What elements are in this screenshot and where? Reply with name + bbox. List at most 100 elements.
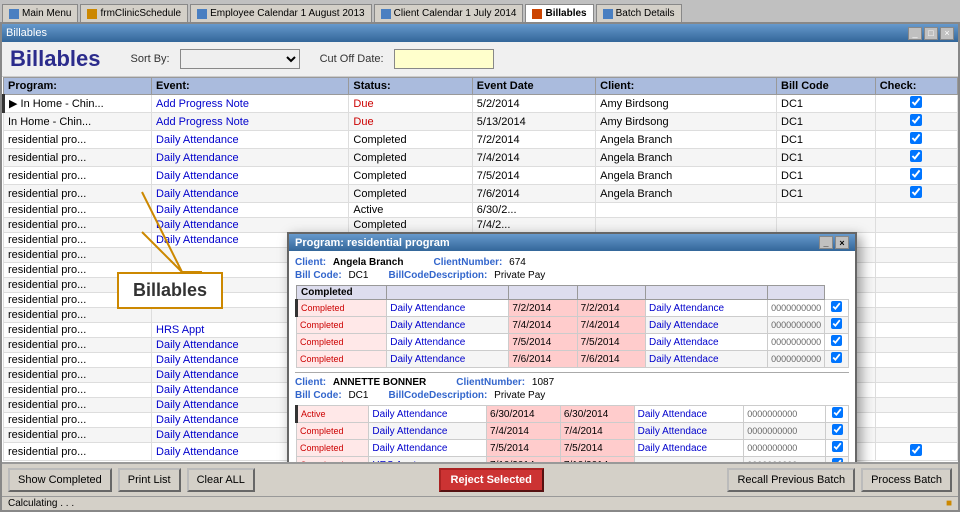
table-row[interactable]: residential pro... Daily Attendance Comp…	[4, 131, 958, 149]
cell-check[interactable]	[875, 413, 957, 428]
popup-row: Completed Daily Attendance 7/5/2014 7/5/…	[297, 334, 849, 351]
cell-client: Angela Branch	[596, 185, 777, 203]
cell-client	[596, 203, 777, 218]
popup-clientnum2-value: 1087	[532, 377, 554, 388]
cell-check[interactable]	[875, 278, 957, 293]
cell-check[interactable]	[875, 368, 957, 383]
tab-billables[interactable]: Billables	[525, 4, 593, 22]
sort-select[interactable]	[180, 49, 300, 69]
cell-check[interactable]	[875, 113, 957, 131]
tab-batch-details[interactable]: Batch Details	[596, 4, 682, 22]
cell-check[interactable]	[875, 218, 957, 233]
popup-billcode-val: DC1	[348, 270, 368, 281]
col-program: Program:	[4, 78, 152, 95]
cell-program: residential pro...	[4, 131, 152, 149]
recall-previous-button[interactable]: Recall Previous Batch	[727, 468, 855, 492]
col-status: Status:	[349, 78, 472, 95]
cell-check[interactable]	[875, 398, 957, 413]
popup-close[interactable]: ×	[835, 236, 849, 249]
cell-check[interactable]	[875, 293, 957, 308]
bottom-bar: Show Completed Print List Clear ALL Reje…	[2, 462, 958, 496]
cell-check[interactable]	[875, 95, 957, 113]
app-header: Billables Sort By: Cut Off Date:	[2, 42, 958, 77]
table-row[interactable]: In Home - Chin... Add Progress Note Due …	[4, 113, 958, 131]
status-indicator: ■	[946, 498, 952, 509]
cell-check[interactable]	[875, 323, 957, 338]
cell-billcode	[777, 218, 876, 233]
cell-billcode: DC1	[777, 167, 876, 185]
window-titlebar: Billables _ □ ×	[2, 24, 958, 42]
minimize-button[interactable]: _	[908, 27, 922, 40]
cell-check[interactable]	[875, 338, 957, 353]
cell-check[interactable]	[875, 149, 957, 167]
show-completed-button[interactable]: Show Completed	[8, 468, 112, 492]
cell-program: In Home - Chin...	[4, 113, 152, 131]
popup-row: Completed Daily Attendance 7/5/2014 7/5/…	[297, 440, 849, 457]
cell-event[interactable]: Add Progress Note	[152, 113, 349, 131]
popup-minimize[interactable]: _	[819, 236, 833, 249]
cell-check[interactable]	[875, 131, 957, 149]
popup-clientnum-value: 674	[509, 257, 526, 268]
cell-check[interactable]	[875, 443, 957, 461]
cell-check[interactable]	[875, 428, 957, 443]
cell-date: 7/2/2014	[472, 131, 595, 149]
page-title: Billables	[10, 46, 100, 72]
cell-date: 7/4/2014	[472, 149, 595, 167]
cell-check[interactable]	[875, 383, 957, 398]
process-batch-button[interactable]: Process Batch	[861, 468, 952, 492]
cell-status: Due	[349, 95, 472, 113]
cell-check[interactable]	[875, 308, 957, 323]
cell-billcode: DC1	[777, 113, 876, 131]
tab-frmclinicschedule[interactable]: frmClinicSchedule	[80, 4, 188, 22]
close-button[interactable]: ×	[940, 27, 954, 40]
cell-client: Angela Branch	[596, 149, 777, 167]
cell-event[interactable]: Add Progress Note	[152, 95, 349, 113]
cell-check[interactable]	[875, 185, 957, 203]
cutoff-date-input[interactable]	[394, 49, 494, 69]
popup-detail: Program: residential program _ × Client:…	[287, 232, 857, 462]
print-list-button[interactable]: Print List	[118, 468, 181, 492]
popup-header: Program: residential program _ ×	[289, 234, 855, 251]
cell-client: Angela Branch	[596, 131, 777, 149]
maximize-button[interactable]: □	[924, 27, 938, 40]
status-bar: Calculating . . . ■	[2, 496, 958, 510]
clear-all-button[interactable]: Clear ALL	[187, 468, 255, 492]
cell-status: Completed	[349, 131, 472, 149]
tab-employee-calendar[interactable]: Employee Calendar 1 August 2013	[190, 4, 372, 22]
popup-client2-label: Client:	[295, 377, 326, 388]
cell-check[interactable]	[875, 248, 957, 263]
table-row[interactable]: ▶ In Home - Chin... Add Progress Note Du…	[4, 95, 958, 113]
cell-check[interactable]	[875, 353, 957, 368]
cell-client: Angela Branch	[596, 167, 777, 185]
popup-table-1: Completed Completed Daily Attendance 7/2…	[295, 285, 849, 368]
reject-selected-button[interactable]: Reject Selected	[439, 468, 544, 492]
popup-clientnum-label: ClientNumber:	[433, 257, 502, 268]
cell-check[interactable]	[875, 233, 957, 248]
col-billcode: Bill Code	[777, 78, 876, 95]
table-container: Program: Event: Status: Event Date Clien…	[2, 77, 958, 462]
cell-billcode: DC1	[777, 95, 876, 113]
cell-status: Due	[349, 113, 472, 131]
cell-program: ▶ In Home - Chin...	[4, 95, 152, 113]
cell-status: Completed	[349, 167, 472, 185]
cell-status: Completed	[349, 218, 472, 233]
cell-event[interactable]: Daily Attendance	[152, 131, 349, 149]
cell-check[interactable]	[875, 263, 957, 278]
cell-client: Amy Birdsong	[596, 113, 777, 131]
cell-status: Completed	[349, 149, 472, 167]
tab-bar: Main Menu frmClinicSchedule Employee Cal…	[0, 0, 960, 22]
popup-row: Completed Daily Attendance 7/4/2014 7/4/…	[297, 423, 849, 440]
popup-billcode2-val: DC1	[348, 390, 368, 401]
popup-client-label: Client:	[295, 257, 326, 268]
cell-check[interactable]	[875, 203, 957, 218]
tab-main-menu[interactable]: Main Menu	[2, 4, 78, 22]
cell-check[interactable]	[875, 167, 957, 185]
popup-row: Completed Daily Attendance 7/6/2014 7/6/…	[297, 351, 849, 368]
cell-date: 5/13/2014	[472, 113, 595, 131]
cell-program: residential pro...	[4, 443, 152, 461]
cell-status: Active	[349, 203, 472, 218]
tab-client-calendar[interactable]: Client Calendar 1 July 2014	[374, 4, 524, 22]
popup-row: Completed Daily Attendance 7/4/2014 7/4/…	[297, 317, 849, 334]
cell-date: 7/4/2...	[472, 218, 595, 233]
col-event: Event:	[152, 78, 349, 95]
